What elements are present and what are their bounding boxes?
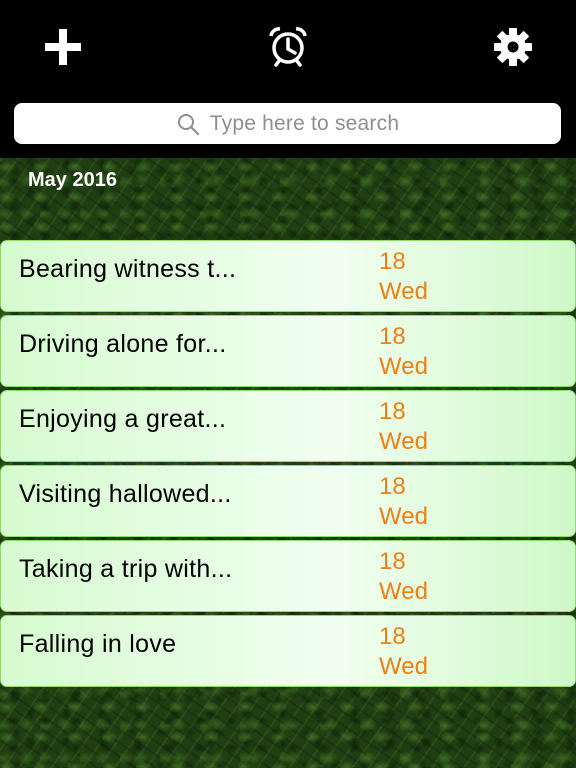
plus-icon (45, 29, 81, 65)
entry-row[interactable]: Taking a trip with... 18 Wed (0, 540, 576, 612)
top-bar: Type here to search (0, 0, 576, 158)
entry-day: 18 (379, 398, 406, 425)
entry-title: Falling in love (19, 630, 177, 658)
entry-weekday: Wed (379, 428, 428, 455)
month-header: May 2016 (28, 169, 117, 191)
entry-title: Enjoying a great... (19, 405, 227, 433)
journal-content: May 2016 Bearing witness t... 18 Wed Dri… (0, 158, 576, 768)
entry-title: Driving alone for... (19, 330, 227, 358)
entry-day: 18 (379, 248, 406, 275)
entry-day: 18 (379, 473, 406, 500)
entry-row[interactable]: Falling in love 18 Wed (0, 615, 576, 687)
alarm-clock-icon (269, 27, 307, 67)
entry-weekday: Wed (379, 503, 428, 530)
settings-button[interactable] (492, 26, 534, 68)
search-bar[interactable]: Type here to search (14, 103, 561, 144)
search-placeholder: Type here to search (209, 111, 400, 135)
entry-title: Taking a trip with... (19, 555, 233, 583)
entry-title: Visiting hallowed... (19, 480, 232, 508)
entry-day: 18 (379, 623, 406, 650)
entry-list: Bearing witness t... 18 Wed Driving alon… (0, 240, 576, 690)
entry-title: Bearing witness t... (19, 255, 237, 283)
entry-row[interactable]: Driving alone for... 18 Wed (0, 315, 576, 387)
entry-row[interactable]: Enjoying a great... 18 Wed (0, 390, 576, 462)
entry-weekday: Wed (379, 653, 428, 680)
entry-weekday: Wed (379, 353, 428, 380)
add-entry-button[interactable] (42, 26, 84, 68)
entry-weekday: Wed (379, 278, 428, 305)
entry-day: 18 (379, 323, 406, 350)
search-icon (177, 113, 199, 135)
alarm-button[interactable] (267, 26, 309, 68)
gear-icon (494, 28, 532, 66)
entry-day: 18 (379, 548, 406, 575)
entry-weekday: Wed (379, 578, 428, 605)
entry-row[interactable]: Visiting hallowed... 18 Wed (0, 465, 576, 537)
entry-row[interactable]: Bearing witness t... 18 Wed (0, 240, 576, 312)
